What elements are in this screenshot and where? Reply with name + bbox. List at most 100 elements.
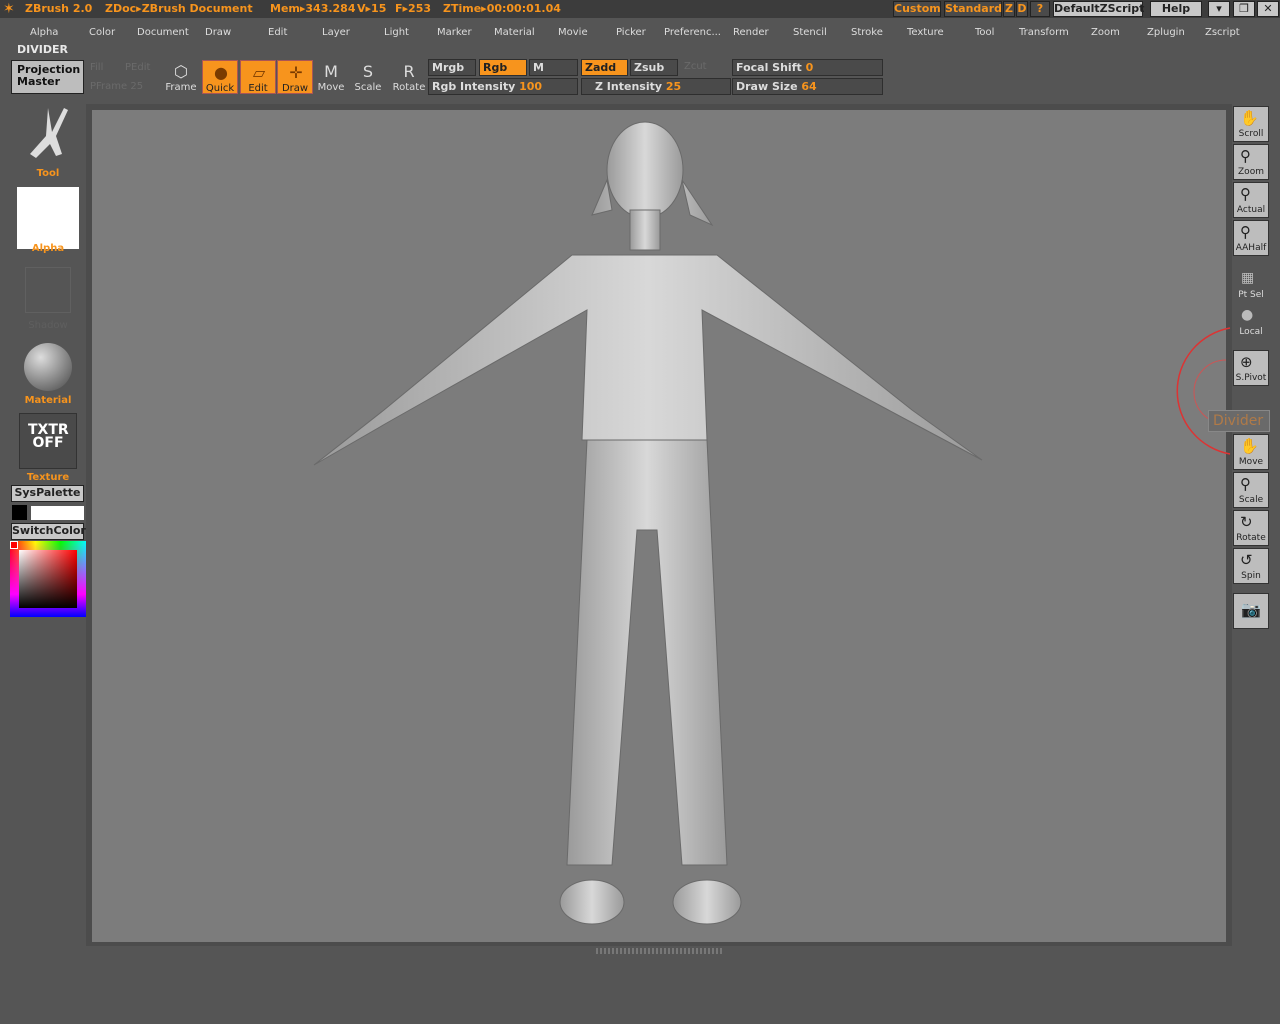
vertex-readout: V▸15 (357, 2, 387, 15)
focal-shift-slider[interactable]: Focal Shift 0 (732, 59, 883, 76)
restore-icon[interactable]: ❐ (1233, 1, 1255, 17)
main-color-swatch[interactable] (12, 505, 27, 520)
edit-button[interactable]: ▱ Edit (240, 60, 276, 94)
color-saturation-square[interactable] (19, 550, 77, 608)
menu-preferences[interactable]: Preferenc... (664, 27, 721, 38)
app-title: ZBrush 2.0 (25, 2, 93, 15)
alpha-thumbnail[interactable] (17, 187, 79, 249)
document-canvas[interactable] (92, 110, 1226, 942)
shadow-label: Shadow (28, 320, 68, 331)
rgb-button[interactable]: Rgb (479, 59, 527, 76)
menu-zoom[interactable]: Zoom (1091, 27, 1120, 38)
menu-layer[interactable]: Layer (322, 27, 350, 38)
scale-magnifier-icon: ⚲ (1240, 475, 1251, 493)
menu-stroke[interactable]: Stroke (851, 27, 883, 38)
menu-render[interactable]: Render (733, 27, 769, 38)
model-right-shoe (672, 879, 742, 925)
memory-readout: Mem▸343.284 (270, 2, 356, 15)
default-zscript-button[interactable]: DefaultZScript (1053, 1, 1144, 17)
rotation-gizmo (1176, 327, 1231, 455)
switchcolor-button[interactable]: SwitchColor (11, 523, 86, 540)
document-name: ZDoc▸ZBrush Document (105, 2, 253, 15)
help-button[interactable]: Help (1150, 1, 1202, 17)
scale-icon: S (362, 62, 374, 81)
zcut-button: Zcut (684, 61, 707, 72)
help-question-button[interactable]: ? (1030, 1, 1050, 17)
d-button[interactable]: D (1016, 1, 1028, 17)
move-view-button[interactable]: ✋ Move (1233, 434, 1269, 470)
scroll-button[interactable]: ✋ Scroll (1233, 106, 1269, 142)
secondary-color-swatch[interactable] (31, 506, 84, 520)
snapshot-camera-icon[interactable]: 📷 (1233, 593, 1269, 629)
crosshair-icon: ✛ (289, 63, 303, 82)
tool-thumbnail-icon[interactable] (22, 106, 72, 168)
z-button[interactable]: Z (1003, 1, 1015, 17)
rgb-intensity-slider[interactable]: Rgb Intensity 100 (428, 78, 578, 95)
frame-button[interactable]: ⬡ Frame (163, 60, 199, 94)
local-button[interactable]: ● Local (1233, 305, 1269, 339)
zsub-button[interactable]: Zsub (630, 59, 678, 76)
scale-button[interactable]: S Scale (350, 60, 386, 94)
m-button[interactable]: M (529, 59, 578, 76)
minimize-icon[interactable]: ▾ (1208, 1, 1230, 17)
quick-button[interactable]: ● Quick (202, 60, 238, 94)
menu-movie[interactable]: Movie (558, 27, 588, 38)
menu-tool[interactable]: Tool (975, 27, 994, 38)
fill-button: Fill (90, 62, 104, 73)
menu-zplugin[interactable]: Zplugin (1147, 27, 1185, 38)
menu-marker[interactable]: Marker (437, 27, 472, 38)
zadd-button[interactable]: Zadd (581, 59, 628, 76)
magnifier-icon: ⚲ (1240, 147, 1251, 165)
color-picker[interactable] (10, 541, 86, 617)
pt-sel-button[interactable]: ▦ Pt Sel (1233, 268, 1269, 302)
tool-label[interactable]: Tool (10, 168, 86, 179)
s-pivot-button[interactable]: ⊕ S.Pivot (1233, 350, 1269, 386)
texture-thumbnail[interactable]: TXTR OFF (19, 413, 77, 469)
divider-label: DIVIDER (17, 43, 68, 56)
rotate-button[interactable]: R Rotate (391, 60, 427, 94)
alpha-label[interactable]: Alpha (10, 243, 86, 254)
3d-model-figure[interactable] (92, 110, 1226, 942)
move-button[interactable]: M Move (313, 60, 349, 94)
menu-document[interactable]: Document (137, 27, 189, 38)
standard-button[interactable]: Standard (944, 1, 1002, 17)
menu-draw[interactable]: Draw (205, 27, 231, 38)
spin-button[interactable]: ↺ Spin (1233, 548, 1269, 584)
material-sphere-icon[interactable] (24, 343, 72, 391)
rotate-arrow-icon: ↻ (1240, 513, 1253, 531)
texture-label[interactable]: Texture (10, 472, 86, 483)
menu-light[interactable]: Light (384, 27, 409, 38)
hue-marker[interactable] (10, 541, 18, 549)
actual-button[interactable]: ⚲ Actual (1233, 182, 1269, 218)
shadow-thumbnail (25, 267, 71, 313)
menu-zscript[interactable]: Zscript (1205, 27, 1240, 38)
projection-master-button[interactable]: Projection Master (11, 60, 84, 94)
draw-size-slider[interactable]: Draw Size 64 (732, 78, 883, 95)
aahalf-button[interactable]: ⚲ AAHalf (1233, 220, 1269, 256)
material-label[interactable]: Material (10, 395, 86, 406)
syspalette-button[interactable]: SysPalette (11, 485, 84, 502)
magnifier-x1-icon: ⚲ (1240, 185, 1251, 203)
menu-edit[interactable]: Edit (268, 27, 287, 38)
custom-button[interactable]: Custom (893, 1, 941, 17)
mrgb-button[interactable]: Mrgb (428, 59, 476, 76)
menu-material[interactable]: Material (494, 27, 535, 38)
z-intensity-slider[interactable]: Z Intensity 25 (581, 78, 731, 95)
model-torso-arms (313, 254, 983, 466)
menu-texture[interactable]: Texture (907, 27, 944, 38)
menu-alpha[interactable]: Alpha (30, 27, 58, 38)
zoom-button[interactable]: ⚲ Zoom (1233, 144, 1269, 180)
magnifier-half-icon: ⚲ (1240, 223, 1251, 241)
quick-icon: ● (214, 63, 228, 82)
zbrush-logo-icon: ✶ (3, 1, 15, 17)
rotate-view-button[interactable]: ↻ Rotate (1233, 510, 1269, 546)
menu-picker[interactable]: Picker (616, 27, 646, 38)
bottom-panel-handle[interactable] (596, 948, 722, 954)
scale-view-button[interactable]: ⚲ Scale (1233, 472, 1269, 508)
hand-icon: ✋ (1240, 109, 1259, 127)
close-icon[interactable]: ✕ (1257, 1, 1279, 17)
menu-color[interactable]: Color (89, 27, 115, 38)
draw-button[interactable]: ✛ Draw (277, 60, 313, 94)
menu-stencil[interactable]: Stencil (793, 27, 827, 38)
menu-transform[interactable]: Transform (1019, 27, 1069, 38)
